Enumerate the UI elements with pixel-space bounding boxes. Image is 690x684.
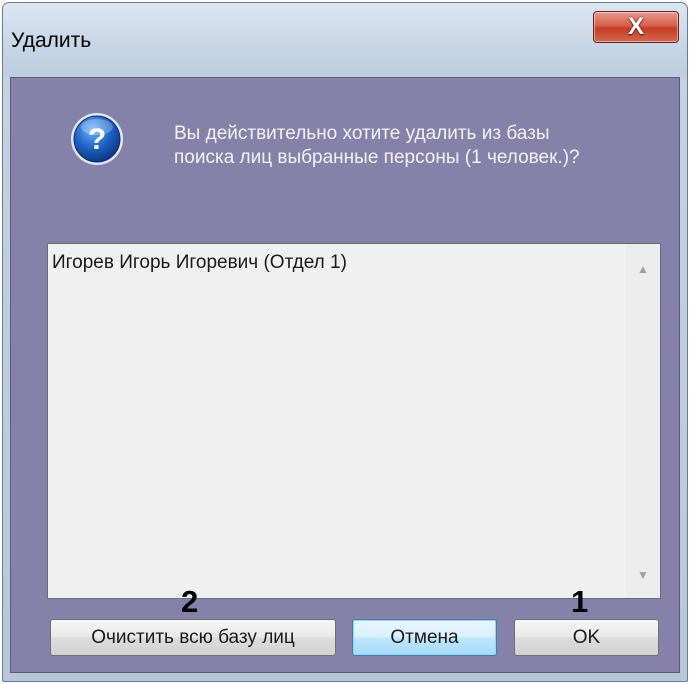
marker-2: 2 <box>181 584 199 619</box>
delete-dialog-window: Удалить X ? Вы действительно хотите удал… <box>2 2 688 682</box>
confirmation-message: Вы действительно хотите удалить из базы … <box>174 122 654 170</box>
scroll-up-icon[interactable]: ▲ <box>626 252 660 286</box>
svg-text:?: ? <box>88 123 106 156</box>
question-icon: ? <box>71 113 123 165</box>
list-item[interactable]: Игорев Игорь Игоревич (Отдел 1) <box>52 252 347 274</box>
marker-1: 1 <box>571 584 589 619</box>
message-line-1: Вы действительно хотите удалить из базы <box>174 123 550 144</box>
close-icon: X <box>627 13 644 40</box>
window-title: Удалить <box>11 29 92 52</box>
dialog-content: ? Вы действительно хотите удалить из баз… <box>10 77 680 673</box>
clear-all-faces-button[interactable]: Очистить всю базу лиц <box>50 619 336 656</box>
scroll-down-icon[interactable]: ▼ <box>626 558 660 592</box>
message-line-2: поиска лиц выбранные персоны (1 человек.… <box>174 147 580 168</box>
vertical-scrollbar[interactable]: ▲ ▼ <box>626 244 660 598</box>
title-bar[interactable]: Удалить X <box>3 3 687 77</box>
cancel-button[interactable]: Отмена <box>352 619 497 656</box>
close-button[interactable]: X <box>593 11 679 43</box>
selected-persons-list[interactable]: Игорев Игорь Игоревич (Отдел 1) ▲ ▼ <box>47 243 661 599</box>
ok-button[interactable]: OK <box>514 619 659 656</box>
